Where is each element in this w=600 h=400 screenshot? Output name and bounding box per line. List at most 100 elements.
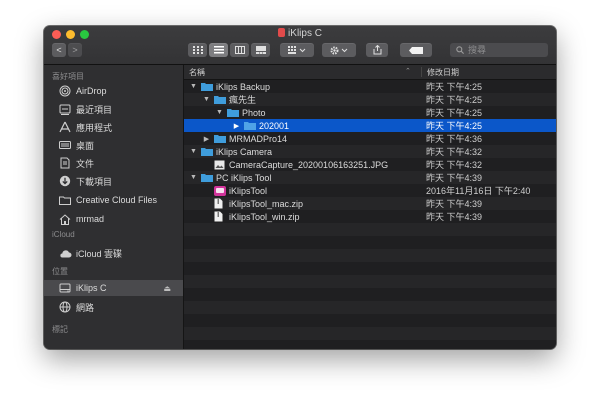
folder-icon: [58, 193, 72, 207]
sidebar-section-header: iCloud: [52, 230, 75, 239]
file-name: Photo: [242, 107, 266, 118]
downloads-icon: [58, 174, 72, 188]
modified-date: 昨天 下午4:25: [426, 95, 483, 105]
sidebar-item[interactable]: iCloud 雲碟: [44, 245, 183, 261]
table-row[interactable]: ▼ iKlips Backup 昨天 下午4:25: [184, 80, 556, 93]
back-button[interactable]: <: [52, 43, 66, 57]
date-column-header[interactable]: 修改日期: [427, 67, 459, 78]
sidebar-item-label: AirDrop: [76, 86, 107, 96]
column-divider[interactable]: [421, 67, 422, 77]
table-row[interactable]: ▶ 202001 昨天 下午4:25: [184, 119, 556, 132]
view-columns-button[interactable]: [230, 43, 249, 57]
file-name-cell: ▼ iKlips Camera: [189, 147, 272, 157]
sidebar-item[interactable]: iKlips C ⏏: [44, 280, 183, 296]
forward-glyph: >: [72, 45, 78, 55]
table-row[interactable]: ▼ 瘋先生 昨天 下午4:25: [184, 93, 556, 106]
table-row[interactable]: ▼ Photo 昨天 下午4:25: [184, 106, 556, 119]
view-gallery-button[interactable]: [251, 43, 270, 57]
sidebar: 喜好項目 AirDrop 最近項目應用程式桌面文件下載項目 Creative Clou…: [44, 65, 184, 349]
empty-row: [184, 275, 556, 288]
airdrop-icon: [58, 84, 72, 98]
empty-row: [184, 223, 556, 236]
modified-date: 昨天 下午4:25: [426, 108, 483, 118]
tag-icon: [409, 46, 423, 54]
image-icon: [214, 160, 226, 170]
file-name: iKlips Backup: [216, 81, 271, 92]
disclosure-triangle-icon[interactable]: ▼: [202, 96, 211, 103]
view-icons-button[interactable]: [188, 43, 207, 57]
sidebar-item[interactable]: 桌面: [44, 137, 183, 153]
forward-button[interactable]: >: [68, 43, 82, 57]
file-name: CameraCapture_20200106163251.JPG: [229, 159, 389, 170]
modified-date: 昨天 下午4:32: [426, 147, 483, 157]
folder-icon: [214, 95, 226, 105]
table-row[interactable]: CameraCapture_20200106163251.JPG 昨天 下午4:3…: [184, 158, 556, 171]
sidebar-item[interactable]: 文件: [44, 155, 183, 171]
sidebar-item[interactable]: AirDrop: [44, 83, 183, 99]
sidebar-section-header: 標記: [52, 325, 68, 334]
recents-icon: [58, 102, 72, 116]
search-input[interactable]: [468, 45, 538, 55]
table-row[interactable]: iKlipsTool 2016年11月16日 下午2:40: [184, 184, 556, 197]
action-button[interactable]: [322, 43, 356, 57]
network-icon: [58, 300, 72, 314]
file-name-cell: ▶ 202001: [232, 121, 289, 131]
disclosure-triangle-icon[interactable]: ▼: [189, 83, 198, 90]
table-row[interactable]: iKlipsTool_mac.zip 昨天 下午4:39: [184, 197, 556, 210]
sidebar-item[interactable]: 應用程式: [44, 119, 183, 135]
document-icon: [214, 211, 226, 222]
table-row[interactable]: ▶ MRMADPro14 昨天 下午4:36: [184, 132, 556, 145]
sidebar-item-label: 最近項目: [76, 104, 113, 115]
disclosure-triangle-icon[interactable]: ▼: [215, 109, 224, 116]
disclosure-triangle-icon[interactable]: ▼: [189, 174, 198, 181]
file-name-cell: CameraCapture_20200106163251.JPG: [202, 160, 388, 170]
sidebar-item[interactable]: 最近項目: [44, 101, 183, 117]
table-row[interactable]: ▼ iKlips Camera 昨天 下午4:32: [184, 145, 556, 158]
tags-button[interactable]: [400, 43, 432, 57]
sidebar-item[interactable]: Creative Cloud Files: [44, 192, 183, 208]
modified-date: 昨天 下午4:39: [426, 212, 483, 222]
file-list: 名稱 ⌃ 修改日期 ▼ iKlips Backup 昨天 下午4:25 ▼ 瘋先生 昨天 …: [184, 65, 556, 349]
eject-icon[interactable]: ⏏: [163, 284, 171, 293]
file-name-cell: iKlipsTool: [202, 185, 268, 196]
cloud-icon: [58, 246, 72, 260]
modified-date: 昨天 下午4:36: [426, 134, 483, 144]
table-row[interactable]: ▼ PC iKlips Tool 昨天 下午4:39: [184, 171, 556, 184]
sidebar-item-label: iKlips C: [76, 283, 107, 293]
document-icon: [214, 198, 226, 209]
search-icon: [456, 46, 464, 54]
file-name: iKlipsTool_mac.zip: [229, 198, 304, 209]
modified-date: 昨天 下午4:25: [426, 82, 483, 92]
sidebar-item[interactable]: 網路: [44, 299, 183, 315]
file-name: iKlipsTool: [229, 185, 268, 196]
column-header: 名稱 ⌃ 修改日期: [184, 65, 556, 80]
modified-date: 2016年11月16日 下午2:40: [426, 186, 531, 196]
share-icon: [373, 45, 381, 55]
disclosure-triangle-icon[interactable]: ▶: [232, 122, 241, 130]
share-button[interactable]: [366, 43, 388, 57]
sidebar-item-label: 網路: [76, 302, 95, 313]
sidebar-item[interactable]: 下載項目: [44, 173, 183, 189]
file-name: MRMADPro14: [229, 133, 288, 144]
view-list-button[interactable]: [209, 43, 228, 57]
file-rows: ▼ iKlips Backup 昨天 下午4:25 ▼ 瘋先生 昨天 下午4:25 ▼ Pho…: [184, 80, 556, 349]
name-column-header[interactable]: 名稱: [189, 67, 205, 78]
sidebar-section-header: 喜好項目: [52, 72, 84, 81]
group-button[interactable]: [280, 43, 314, 57]
gallery-icon: [255, 46, 266, 54]
table-row[interactable]: iKlipsTool_win.zip 昨天 下午4:39: [184, 210, 556, 223]
empty-row: [184, 327, 556, 340]
grid-icon: [192, 46, 203, 54]
app-icon: [214, 185, 226, 196]
gear-icon: [330, 46, 348, 54]
sidebar-item[interactable]: mrmad: [44, 211, 183, 227]
disclosure-triangle-icon[interactable]: ▼: [189, 148, 198, 155]
sidebar-item-label: 文件: [76, 158, 95, 169]
empty-row: [184, 236, 556, 249]
file-name-cell: ▼ Photo: [215, 108, 266, 118]
file-name: 瘋先生: [229, 95, 257, 105]
sidebar-item-label: 應用程式: [76, 122, 113, 133]
disclosure-triangle-icon[interactable]: ▶: [202, 135, 211, 143]
search-field[interactable]: [450, 43, 548, 57]
drive-icon: [58, 281, 72, 295]
